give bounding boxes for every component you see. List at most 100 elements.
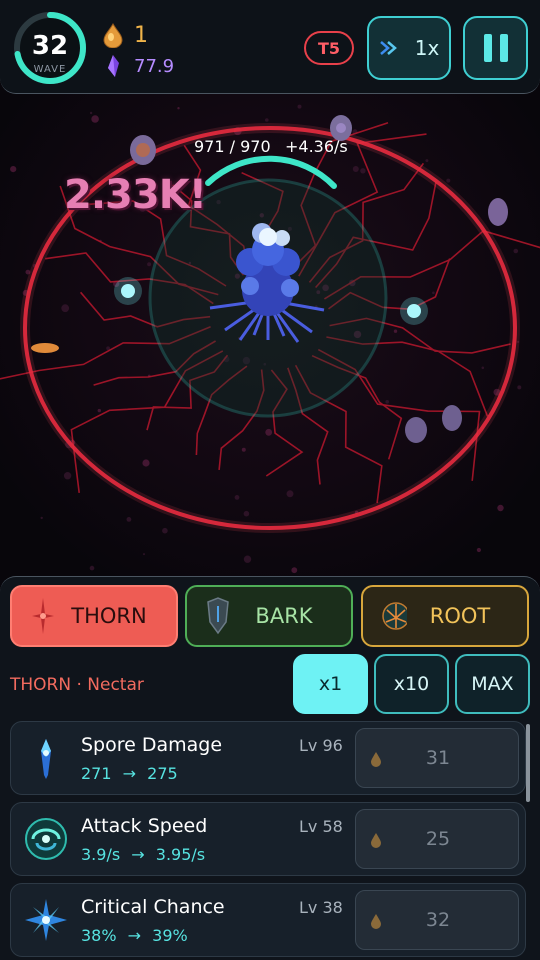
particle bbox=[393, 329, 398, 333]
particle bbox=[234, 495, 240, 500]
buy-upgrade-button[interactable]: 31 bbox=[355, 728, 519, 788]
upgrade-arrow: → bbox=[131, 845, 145, 864]
nectar-counter: 1 bbox=[102, 22, 148, 48]
upgrade-level: Lv 96 bbox=[299, 736, 343, 755]
buy-upgrade-button[interactable]: 25 bbox=[355, 809, 519, 869]
particle bbox=[481, 366, 485, 370]
upgrade-current-value: 271 bbox=[81, 764, 112, 783]
particle bbox=[517, 385, 522, 390]
game-speed-label: 1x bbox=[414, 36, 440, 60]
spore-crystal-icon bbox=[41, 739, 51, 779]
particle bbox=[497, 504, 504, 512]
enemy-larva bbox=[31, 343, 59, 353]
root-icon bbox=[382, 602, 407, 630]
pause-button[interactable] bbox=[463, 16, 528, 80]
upgrade-name: Attack Speed bbox=[81, 815, 208, 837]
tab-thorn-label: THORN bbox=[71, 604, 147, 628]
tab-bark-label: BARK bbox=[255, 604, 313, 628]
particle bbox=[297, 104, 302, 109]
upgrade-cost: 25 bbox=[425, 828, 451, 850]
particle bbox=[385, 400, 390, 404]
upgrade-next-value: 275 bbox=[147, 764, 178, 783]
particle bbox=[291, 567, 298, 574]
damage-popup: 2.33K! bbox=[64, 172, 207, 218]
particle bbox=[425, 159, 429, 163]
upgrade-values: 38% → 39% bbox=[81, 926, 188, 945]
nectar-drop-icon bbox=[103, 22, 123, 48]
core-regen-text: +4.36/s bbox=[285, 137, 348, 156]
upgrade-arrow: → bbox=[127, 926, 142, 945]
particle bbox=[446, 178, 451, 183]
shard-counter: 77.9 bbox=[102, 53, 174, 79]
shard-value: 77.9 bbox=[134, 55, 175, 77]
particle bbox=[91, 115, 99, 123]
particle bbox=[40, 516, 43, 520]
particle bbox=[162, 527, 168, 534]
tab-thorn[interactable]: THORN bbox=[10, 585, 178, 647]
upgrade-current-value: 38% bbox=[81, 926, 117, 945]
upgrade-cost: 32 bbox=[425, 909, 451, 931]
particle bbox=[432, 291, 435, 295]
particle bbox=[265, 428, 273, 436]
particle bbox=[97, 408, 102, 413]
particle bbox=[243, 555, 252, 563]
upgrade-level: Lv 38 bbox=[299, 898, 343, 917]
top-hud: 32 WAVE 1 77.9 T5 1x bbox=[0, 0, 540, 94]
tab-root-label: ROOT bbox=[429, 604, 491, 628]
upgrade-row-critical-chance: Critical Chance Lv 38 38% → 39% 32 bbox=[10, 883, 526, 957]
particle bbox=[143, 553, 145, 556]
pause-icon bbox=[483, 34, 492, 62]
upgrade-current-value: 3.9/s bbox=[81, 845, 121, 864]
upgrade-list-scrollbar[interactable] bbox=[526, 724, 530, 802]
tab-bark[interactable]: BARK bbox=[185, 585, 353, 647]
particle bbox=[352, 166, 359, 172]
thorn-icon bbox=[32, 598, 54, 634]
particle bbox=[61, 304, 70, 313]
swirl-icon bbox=[25, 818, 67, 860]
tier-badge[interactable]: T5 bbox=[304, 31, 354, 65]
particle bbox=[286, 490, 294, 498]
upgrade-next-value: 39% bbox=[152, 926, 188, 945]
core-hp-text: 971 / 970 bbox=[194, 137, 271, 156]
upgrade-name: Spore Damage bbox=[81, 734, 223, 756]
enemy-bug bbox=[130, 135, 156, 165]
section-label: THORN · Nectar bbox=[10, 675, 144, 695]
multiplier-x1-button[interactable]: x1 bbox=[293, 654, 368, 714]
game-speed-button[interactable]: 1x bbox=[367, 16, 451, 80]
upgrade-values: 3.9/s → 3.95/s bbox=[81, 845, 205, 864]
starburst-icon bbox=[25, 899, 67, 941]
particle bbox=[126, 517, 132, 522]
particle bbox=[63, 472, 72, 480]
upgrade-level: Lv 58 bbox=[299, 817, 343, 836]
particle bbox=[89, 111, 93, 115]
fast-forward-icon bbox=[379, 41, 397, 55]
upgrade-next-value: 3.95/s bbox=[155, 845, 206, 864]
enemy-bug bbox=[405, 417, 427, 443]
enemy-bug bbox=[442, 405, 462, 431]
wave-number: 32 bbox=[31, 31, 69, 61]
upgrade-name: Critical Chance bbox=[81, 896, 225, 918]
tab-root[interactable]: ROOT bbox=[361, 585, 529, 647]
upgrade-row-attack-speed: Attack Speed Lv 58 3.9/s → 3.95/s 25 bbox=[10, 802, 526, 876]
upgrade-row-spore-damage: Spore Damage Lv 96 271 → 275 31 bbox=[10, 721, 526, 795]
particle bbox=[10, 166, 17, 173]
nectar-value: 1 bbox=[134, 22, 148, 48]
upgrade-values: 271 → 275 bbox=[81, 764, 178, 783]
particle bbox=[142, 459, 150, 467]
pause-icon-bar bbox=[499, 34, 508, 62]
particle bbox=[513, 248, 519, 254]
particle bbox=[476, 547, 481, 553]
buy-upgrade-button[interactable]: 32 bbox=[355, 890, 519, 950]
particle bbox=[177, 107, 180, 110]
bark-shield-icon bbox=[207, 597, 229, 635]
multiplier-max-button[interactable]: MAX bbox=[455, 654, 530, 714]
particle bbox=[89, 565, 95, 571]
particle bbox=[243, 510, 250, 517]
upgrade-arrow: → bbox=[122, 764, 137, 783]
wave-label: WAVE bbox=[33, 64, 67, 75]
upgrade-cost: 31 bbox=[425, 747, 451, 769]
enemy-bug bbox=[488, 198, 508, 226]
particle bbox=[265, 118, 269, 122]
particle bbox=[241, 447, 246, 452]
multiplier-x10-button[interactable]: x10 bbox=[374, 654, 449, 714]
